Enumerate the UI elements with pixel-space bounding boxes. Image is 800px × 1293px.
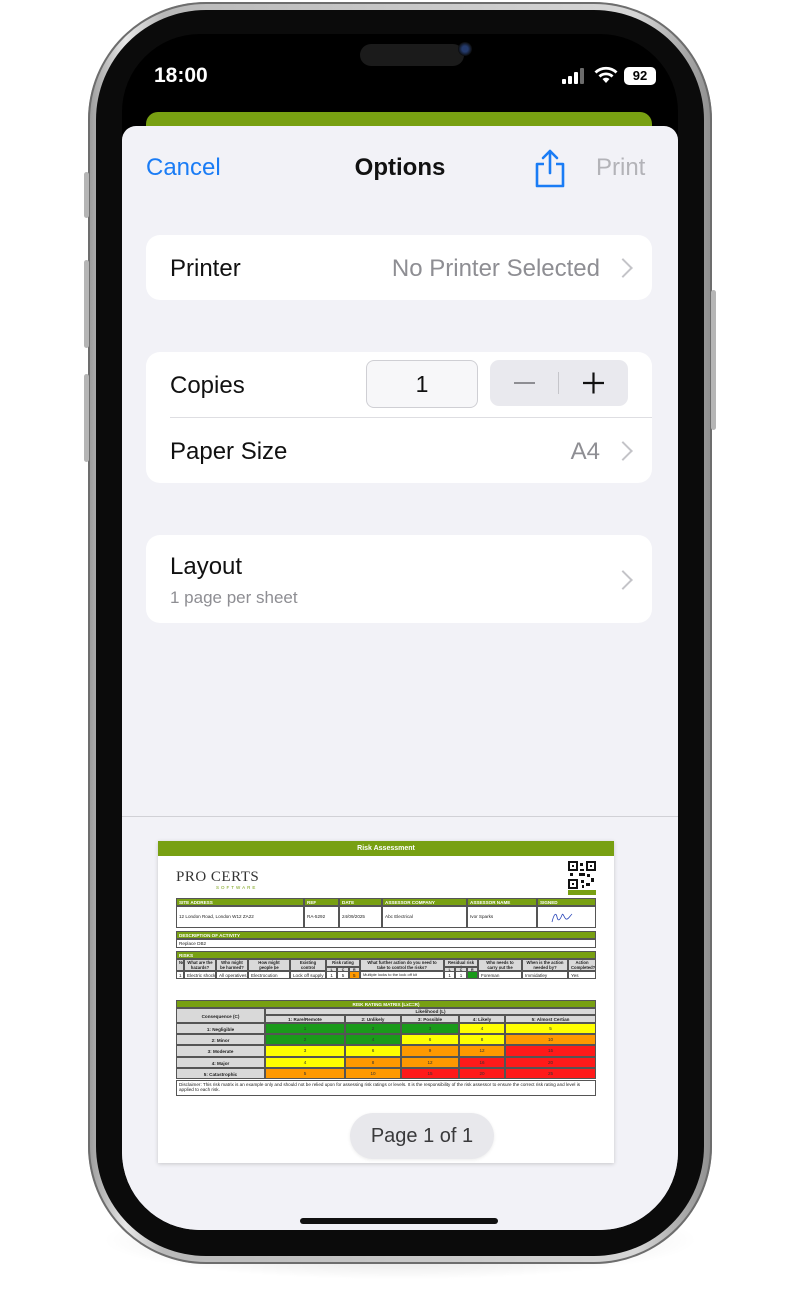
consequence-row-label: 2: Minor — [176, 1034, 265, 1046]
chevron-right-icon — [613, 441, 633, 461]
power-button — [711, 290, 716, 430]
screen: 18:00 92 Cancel Options Print Printer No… — [122, 34, 678, 1230]
likelihood-label: Likelihood (L) — [265, 1008, 596, 1015]
matrix-cell: 16 — [459, 1056, 505, 1068]
front-camera-icon — [458, 42, 472, 56]
volume-up-button — [84, 260, 89, 348]
matrix-cell: 8 — [345, 1056, 401, 1068]
matrix-cell: 5 — [505, 1023, 596, 1035]
likelihood-column: 4: Likely — [459, 1015, 505, 1023]
consequence-row-label: 3: Moderate — [176, 1045, 265, 1057]
matrix-cell: 20 — [505, 1056, 596, 1068]
printer-label: Printer — [170, 255, 241, 282]
printer-value: No Printer Selected — [391, 255, 600, 282]
copies-input[interactable]: 1 — [366, 360, 478, 408]
matrix-cell: 15 — [401, 1067, 459, 1079]
consequence-row-label: 4: Major — [176, 1056, 265, 1068]
minus-icon — [514, 382, 535, 384]
matrix-cell: 4 — [459, 1023, 505, 1035]
plus-icon — [583, 372, 604, 394]
dynamic-island — [360, 44, 464, 66]
chevron-right-icon — [613, 258, 633, 278]
nav-bar: Cancel Options Print — [122, 126, 678, 216]
mute-switch — [84, 172, 89, 218]
chevron-right-icon — [613, 570, 633, 590]
matrix-cell: 10 — [345, 1067, 401, 1079]
matrix-cell: 2 — [345, 1023, 401, 1035]
matrix-cell: 3 — [401, 1023, 459, 1035]
cancel-button[interactable]: Cancel — [146, 154, 221, 182]
matrix-cell: 10 — [505, 1034, 596, 1046]
layout-row[interactable]: Layout 1 page per sheet — [146, 535, 652, 623]
consequence-row-label: 5: Catastrophic — [176, 1067, 265, 1079]
matrix-cell: 5 — [265, 1067, 345, 1079]
share-icon[interactable] — [532, 148, 568, 188]
print-preview: Risk Assessment PRO CERTS SOFTWARE SITE … — [122, 816, 678, 1230]
likelihood-column: 1: Rare/Remote — [265, 1015, 345, 1023]
likelihood-column: 5: Almost Certian — [505, 1015, 596, 1023]
paper-size-row[interactable]: Paper Size A4 — [146, 418, 652, 483]
matrix-cell: 15 — [505, 1045, 596, 1057]
likelihood-column: 3: Possible — [401, 1015, 459, 1023]
matrix-cell: 25 — [505, 1067, 596, 1079]
matrix-cell: 20 — [459, 1067, 505, 1079]
consequence-row-label: 1: Negligible — [176, 1023, 265, 1035]
matrix-cell: 3 — [265, 1045, 345, 1057]
matrix-cell: 4 — [265, 1056, 345, 1068]
status-time: 18:00 — [154, 64, 208, 87]
wifi-icon — [594, 66, 618, 83]
matrix-cell: 9 — [401, 1045, 459, 1057]
copies-label: Copies — [170, 372, 245, 399]
paper-size-value: A4 — [570, 438, 600, 465]
page-indicator: Page 1 of 1 — [350, 1113, 494, 1159]
paper-size-label: Paper Size — [170, 438, 288, 465]
likelihood-column: 2: Unlikely — [345, 1015, 401, 1023]
cellular-signal-icon — [562, 68, 584, 84]
matrix-cell: 1 — [265, 1023, 345, 1035]
matrix-cell: 8 — [459, 1034, 505, 1046]
matrix-cell: 6 — [345, 1045, 401, 1057]
preview-page[interactable]: Risk Assessment PRO CERTS SOFTWARE SITE … — [158, 841, 614, 1163]
matrix-cell: 12 — [401, 1056, 459, 1068]
volume-down-button — [84, 374, 89, 462]
increment-button[interactable] — [559, 360, 628, 406]
matrix-cell: 2 — [265, 1034, 345, 1046]
risk-matrix: Consequence (C) Likelihood (L) 1: Rare/Rem… — [158, 841, 614, 1101]
layout-subtitle: 1 page per sheet — [170, 588, 298, 607]
copies-stepper — [490, 360, 628, 406]
home-indicator[interactable] — [300, 1218, 498, 1224]
battery-indicator: 92 — [624, 67, 656, 85]
disclaimer: Disclaimer: This risk matrix is an examp… — [176, 1080, 596, 1096]
printer-row[interactable]: Printer No Printer Selected — [146, 235, 652, 300]
matrix-cell: 12 — [459, 1045, 505, 1057]
print-button[interactable]: Print — [596, 154, 645, 182]
consequence-label: Consequence (C) — [176, 1008, 265, 1023]
copies-paper-group: Copies 1 Paper Size A4 — [146, 352, 652, 483]
layout-label: Layout — [170, 553, 243, 580]
print-options-sheet: Cancel Options Print Printer No Printer … — [122, 126, 678, 1230]
matrix-cell: 6 — [401, 1034, 459, 1046]
matrix-cell: 4 — [345, 1034, 401, 1046]
decrement-button[interactable] — [490, 360, 559, 406]
